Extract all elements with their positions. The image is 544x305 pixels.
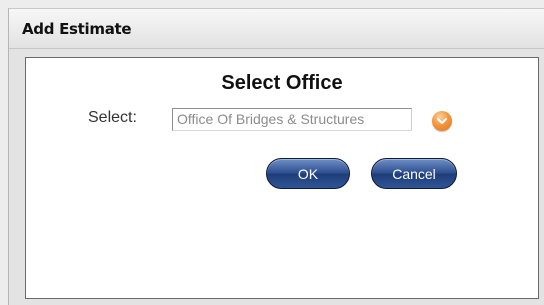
dialog-title: Add Estimate <box>9 9 544 49</box>
page-title: Select Office <box>221 72 343 94</box>
add-estimate-dialog: Add Estimate Select Office Select: Offic… <box>8 8 544 305</box>
chevron-down-icon <box>437 117 447 124</box>
cancel-button[interactable]: Cancel <box>371 158 457 189</box>
dialog-content: Select Office Select: Office Of Bridges … <box>25 57 539 299</box>
ok-button[interactable]: OK <box>266 158 350 189</box>
office-select[interactable]: Office Of Bridges & Structures <box>172 108 412 131</box>
select-label: Select: <box>88 109 137 126</box>
dropdown-button[interactable] <box>432 111 452 131</box>
office-select-value: Office Of Bridges & Structures <box>177 111 365 127</box>
